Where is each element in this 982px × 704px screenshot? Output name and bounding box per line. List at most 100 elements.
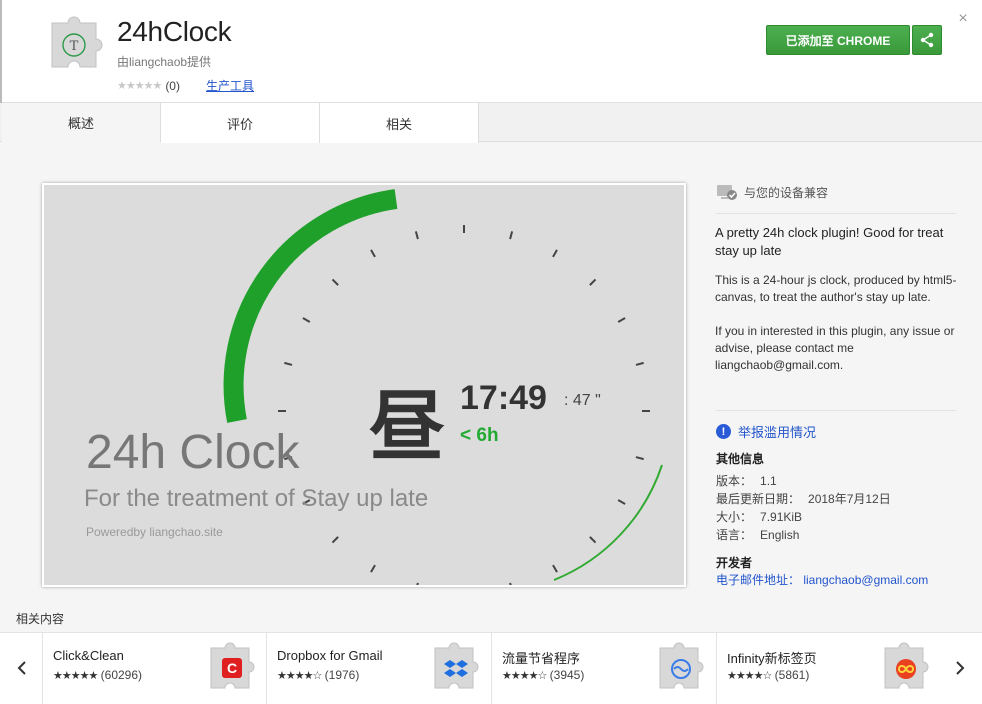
meta-version: 版本： 1.1 (716, 472, 777, 489)
rating-stars: ★★★★★ (117, 80, 162, 92)
share-button[interactable] (912, 25, 942, 55)
svg-text:C: C (227, 660, 237, 676)
related-count: (1976) (324, 668, 360, 682)
daytime-glyph: 昼 (369, 382, 445, 471)
rating-row: ★★★★★ (0) 生产工具 (117, 77, 254, 94)
close-icon[interactable]: × (956, 11, 970, 27)
divider (716, 410, 956, 411)
meta-value: 1.1 (760, 474, 777, 488)
category-link[interactable]: 生产工具 (206, 77, 254, 94)
extension-author: 由liangchaob提供 (117, 55, 212, 69)
data-saver-icon (659, 642, 704, 689)
dropbox-icon (434, 642, 479, 689)
meta-language: 语言： English (716, 526, 799, 543)
related-name: Click&Clean (53, 648, 124, 663)
related-count: (5861) (774, 668, 810, 682)
share-icon (920, 32, 934, 48)
tab-bar: 概述 评价 相关 (0, 103, 982, 143)
related-rating: ★★★★★ (60296) (53, 668, 142, 682)
screenshot-powered-by: Poweredby liangchao.site (86, 525, 223, 539)
related-rating: ★★★★☆ (1976) (277, 668, 359, 682)
clock-tick (416, 582, 419, 585)
clock-tick (552, 564, 558, 573)
clock-tick (509, 231, 514, 240)
compatible-check-icon (717, 185, 737, 200)
additional-info-heading: 其他信息 (716, 452, 765, 466)
meta-updated: 最后更新日期： 2018年7月12日 (716, 490, 891, 507)
meta-value: English (760, 528, 800, 542)
developer-heading: 开发者 (716, 556, 753, 570)
clock-tick (589, 278, 597, 286)
extension-description: This is a 24-hour js clock, produced by … (715, 273, 957, 372)
related-card[interactable]: Infinity新标签页 ★★★★☆ (5861) (716, 632, 940, 704)
clock-tick (635, 456, 644, 461)
infinity-icon (884, 642, 929, 689)
carousel-prev-button[interactable] (2, 632, 42, 704)
rating-count[interactable]: (0) (165, 79, 180, 93)
screenshot-title: 24h Clock (86, 426, 300, 479)
clock-tick (331, 278, 339, 286)
clock-tick (284, 361, 293, 366)
developer-email-link[interactable]: 电子邮件地址： liangchaob@gmail.com (716, 571, 928, 588)
related-name: 流量节省程序 (502, 651, 581, 666)
related-card[interactable]: Dropbox for Gmail ★★★★☆ (1976) (266, 632, 490, 704)
clock-tick (414, 231, 419, 240)
related-count: (60296) (100, 668, 143, 682)
related-stars: ★★★★☆ (277, 670, 322, 682)
clock-time: 17:49 (460, 379, 547, 417)
divider (716, 213, 956, 214)
chevron-right-icon (956, 661, 965, 675)
related-stars: ★★★★☆ (502, 670, 547, 682)
related-name: Dropbox for Gmail (277, 648, 383, 663)
puzzle-icon: T (51, 16, 103, 68)
carousel-next-button[interactable] (940, 632, 980, 704)
clock-tick (589, 536, 597, 544)
related-card[interactable]: 流量节省程序 ★★★★☆ (3945) (491, 632, 715, 704)
window-edge (0, 0, 2, 103)
tab-related[interactable]: 相关 (320, 103, 479, 143)
clock-tick (302, 317, 311, 323)
info-icon: ! (716, 424, 731, 439)
compatibility-text: 与您的设备兼容 (744, 185, 829, 200)
clock-tick (552, 249, 558, 258)
meta-label: 最后更新日期： (716, 492, 801, 506)
clock-tick (331, 536, 339, 544)
meta-label: 语言： (716, 528, 753, 542)
clock-tick (617, 317, 626, 323)
report-abuse-link[interactable]: ! 举报滥用情况 (716, 422, 816, 441)
tab-overview[interactable]: 概述 (2, 103, 161, 143)
extension-title: 24hClock (117, 16, 232, 47)
clock-tick (370, 249, 376, 258)
screenshot-subtitle: For the treatment of Stay up late (84, 485, 429, 512)
extension-summary: A pretty 24h clock plugin! Good for trea… (715, 225, 944, 258)
time-remaining: < 6h (460, 425, 499, 446)
related-rating: ★★★★☆ (3945) (502, 668, 584, 682)
clock-tick (635, 361, 644, 366)
clock-tick (370, 564, 376, 573)
svg-text:T: T (70, 39, 79, 54)
clock-tick (509, 582, 512, 585)
minute-arc (553, 464, 663, 581)
clock-seconds: : 47 " (564, 392, 601, 409)
meta-label: 大小： (716, 510, 753, 524)
related-title: 相关内容 (16, 612, 65, 626)
meta-value: 7.91KiB (760, 510, 803, 524)
clock-tick (617, 499, 626, 505)
chevron-left-icon (17, 661, 26, 675)
added-to-chrome-button[interactable]: 已添加至 CHROME (766, 25, 910, 55)
related-rating: ★★★★☆ (5861) (727, 668, 809, 682)
related-name: Infinity新标签页 (727, 651, 817, 666)
extension-header: T 24hClock 由liangchaob提供 ★★★★★ (0) 生产工具 … (0, 0, 982, 103)
extension-screenshot[interactable]: 昼 17:49 : 47 " < 6h 24h Clock For the tr… (42, 183, 686, 587)
related-count: (3945) (549, 668, 585, 682)
compatibility-notice: 与您的设备兼容 (716, 183, 828, 201)
related-stars: ★★★★★ (53, 670, 98, 682)
meta-size: 大小： 7.91KiB (716, 508, 802, 525)
meta-label: 版本： (716, 474, 753, 488)
tab-reviews[interactable]: 评价 (161, 103, 320, 143)
related-stars: ★★★★☆ (727, 670, 772, 682)
report-abuse-text: 举报滥用情况 (738, 425, 817, 440)
related-card[interactable]: Click&Clean ★★★★★ (60296) C (42, 632, 266, 704)
meta-value: 2018年7月12日 (808, 492, 891, 506)
click-clean-icon: C (210, 642, 255, 689)
